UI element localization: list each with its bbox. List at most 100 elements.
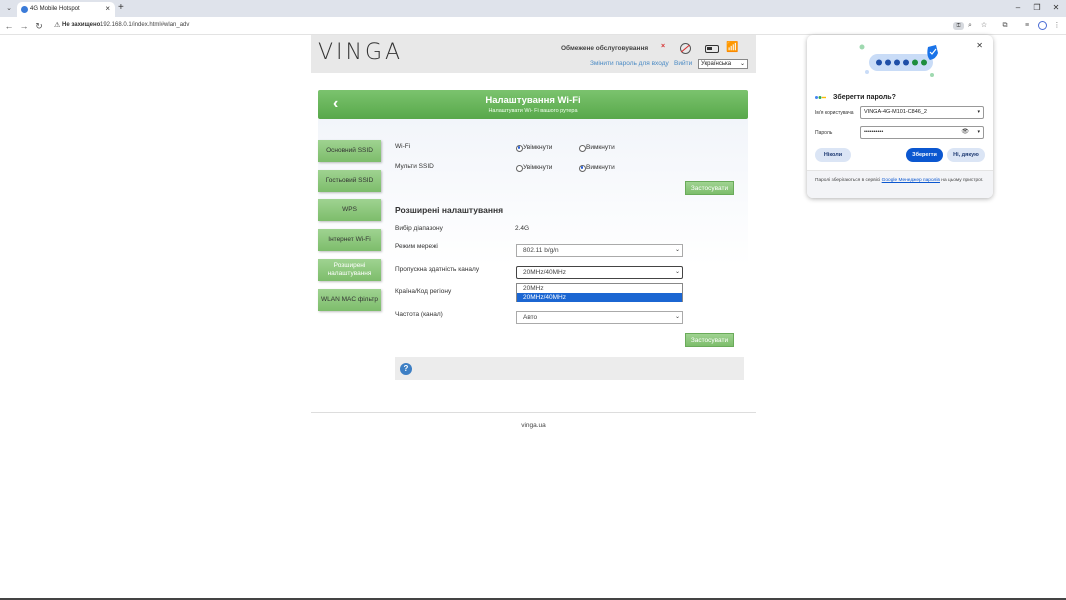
save-password-button[interactable]: Зберегти	[906, 148, 943, 162]
chevron-down-icon[interactable]: ▾	[977, 107, 980, 118]
service-status-text: Обмежене обслуговування	[561, 45, 649, 52]
reload-icon[interactable]: ↻	[33, 20, 45, 32]
bandwidth-dropdown-list: 20MHz 20MHz/40MHz	[516, 283, 683, 302]
sidebar-item-main-ssid[interactable]: Основний SSID	[318, 140, 381, 162]
language-value: Українська	[701, 61, 732, 67]
footer-text-post: на цьому пристрої.	[939, 178, 984, 183]
chevron-down-icon: ⌄	[674, 269, 680, 275]
extensions-icon[interactable]: ⧉	[1000, 21, 1010, 31]
profile-icon[interactable]	[1038, 21, 1047, 30]
popup-footer: Паролі зберігаються в сервісі Google Мен…	[807, 171, 993, 198]
footer-link[interactable]: vinga.ua	[311, 422, 756, 429]
chevron-down-icon: ⌄	[674, 247, 680, 253]
tab-favicon-icon	[21, 6, 28, 13]
channel-select[interactable]: Авто ⌄	[516, 311, 683, 324]
channel-value: Авто	[523, 314, 538, 321]
page-banner: ‹ Налаштування Wi-Fi Налаштувати Wi- Fi …	[318, 90, 748, 119]
network-mode-select[interactable]: 802.11 b/g/n ⌄	[516, 244, 683, 257]
channel-label: Частота (канал)	[395, 311, 443, 318]
minimize-icon[interactable]: –	[1012, 3, 1024, 13]
bandwidth-option-20mhz[interactable]: 20MHz	[517, 284, 682, 293]
change-password-link[interactable]: Змінити пароль для входу	[590, 60, 669, 67]
never-button[interactable]: Ніколи	[815, 148, 851, 162]
forward-icon[interactable]: →	[18, 20, 30, 32]
apply-advanced-button[interactable]: Застосувати	[685, 333, 734, 347]
eye-icon[interactable]: 👁	[961, 127, 969, 138]
bandwidth-option-20-40mhz[interactable]: 20MHz/40MHz	[517, 293, 682, 302]
password-label: Пароль	[815, 130, 833, 136]
site-header: VINGA Обмежене обслуговування × 📶 Змінит…	[311, 35, 756, 73]
password-key-icon[interactable]: ⚿	[953, 22, 964, 30]
sidebar-item-wps[interactable]: WPS	[318, 199, 381, 221]
apply-wifi-button[interactable]: Застосувати	[685, 181, 734, 195]
sidebar-item-internet-wifi[interactable]: Інтернет Wi-Fi	[318, 229, 381, 251]
restore-icon[interactable]: ❐	[1031, 3, 1043, 13]
band-value: 2.4G	[515, 225, 530, 232]
battery-icon	[705, 45, 719, 53]
chevron-down-icon[interactable]: ▾	[977, 127, 980, 138]
wifi-on-radio[interactable]: Увімкнути	[516, 144, 552, 152]
menu-icon[interactable]: ⋮	[1052, 21, 1062, 31]
band-label: Вибір діапазону	[395, 225, 443, 232]
save-password-popup: ✕ Зберегти пароль? Ім'я користувача VING…	[807, 35, 993, 198]
new-tab-icon[interactable]: +	[118, 3, 124, 13]
internet-disconnected-icon	[680, 43, 691, 54]
zoom-icon[interactable]: ⌕	[965, 21, 975, 31]
multi-ssid-off-radio[interactable]: Вимкнути	[579, 164, 615, 172]
wifi-off-radio[interactable]: Вимкнути	[579, 144, 615, 152]
content-panel	[318, 119, 748, 364]
page-title: Налаштування Wi-Fi	[485, 95, 581, 106]
password-value: ••••••••••	[864, 129, 884, 135]
popup-close-icon[interactable]: ✕	[976, 41, 983, 50]
popup-title: Зберегти пароль?	[833, 94, 896, 101]
url-text[interactable]: 192.168.0.1/index.html#wlan_adv	[100, 22, 189, 28]
logout-link[interactable]: Вийти	[674, 60, 692, 67]
sidebar-item-wlan-mac-filter[interactable]: WLAN MAC фільтр	[318, 289, 381, 311]
bandwidth-select[interactable]: 20MHz/40MHz ⌄	[516, 266, 683, 279]
popup-footer-text: Паролі зберігаються в сервісі Google Мен…	[815, 177, 985, 184]
language-select[interactable]: Українська ⌄	[698, 59, 748, 69]
warning-triangle-icon[interactable]: ⚠	[54, 21, 60, 29]
username-value: VINGA-4G-M101-C846_2	[864, 109, 927, 115]
browser-tab[interactable]: 4G Mobile Hotspot ×	[17, 2, 115, 17]
username-label: Ім'я користувача	[815, 110, 854, 116]
advanced-settings-heading: Розширені налаштування	[395, 205, 504, 215]
sidebar-item-guest-ssid[interactable]: Гостьовий SSID	[318, 170, 381, 192]
password-field[interactable]: •••••••••• 👁 ▾	[860, 126, 984, 139]
no-thanks-button[interactable]: Ні, дякую	[947, 148, 985, 162]
tab-title: 4G Mobile Hotspot	[30, 6, 80, 12]
multi-ssid-on-radio[interactable]: Увімкнути	[516, 164, 552, 172]
address-bar[interactable]: ⚠ Не захищено 192.168.0.1/index.html#wla…	[49, 19, 997, 33]
password-illustration-icon	[859, 44, 938, 77]
footer-divider	[311, 412, 756, 413]
back-icon[interactable]: ←	[3, 20, 15, 32]
cast-icon[interactable]: ≡	[1022, 21, 1032, 31]
multi-ssid-label: Мульти SSID	[395, 163, 434, 170]
wifi-label: Wi-Fi	[395, 143, 411, 150]
help-icon[interactable]: ?	[400, 363, 412, 375]
network-mode-value: 802.11 b/g/n	[523, 247, 559, 254]
help-bar: ?	[395, 357, 744, 380]
footer-text-pre: Паролі зберігаються в сервісі	[815, 178, 882, 183]
chevron-down-icon: ⌄	[739, 61, 745, 67]
username-field[interactable]: VINGA-4G-M101-C846_2 ▾	[860, 106, 984, 119]
vinga-logo: VINGA	[318, 40, 404, 65]
tab-search-chevron-icon[interactable]: ⌄	[4, 4, 14, 14]
service-error-icon: ×	[661, 43, 666, 50]
bandwidth-label: Пропускна здатність каналу	[395, 266, 480, 273]
chevron-down-icon: ⌄	[674, 314, 680, 320]
google-icon	[815, 96, 826, 99]
sidebar-item-advanced[interactable]: Розширені налаштування	[318, 259, 381, 281]
security-status[interactable]: Не захищено	[62, 22, 100, 28]
star-icon[interactable]: ☆	[979, 21, 989, 31]
wifi-signal-icon: 📶	[726, 42, 739, 53]
router-page: VINGA Обмежене обслуговування × 📶 Змінит…	[311, 35, 756, 435]
window-close-icon[interactable]: ✕	[1050, 3, 1062, 13]
tab-close-icon[interactable]: ×	[105, 4, 110, 14]
browser-toolbar: ← → ↻ ⚠ Не захищено 192.168.0.1/index.ht…	[0, 17, 1066, 35]
password-manager-link[interactable]: Google Менеджер паролів	[882, 178, 940, 183]
browser-tab-strip: ⌄ 4G Mobile Hotspot × + – ❐ ✕	[0, 0, 1066, 17]
network-mode-label: Режим мережі	[395, 243, 438, 250]
country-code-label: Країна/Код регіону	[395, 288, 452, 295]
page-subtitle: Налаштувати Wi- Fi вашого рутера	[488, 108, 578, 114]
